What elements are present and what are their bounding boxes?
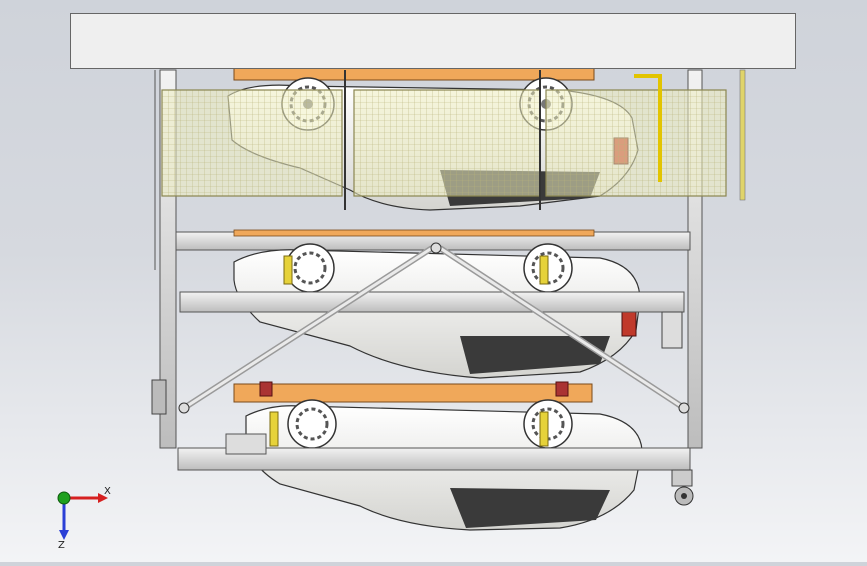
x-axis-arrow-icon [64,493,108,503]
title-box [70,13,796,69]
lower-carrier-beam [233,383,593,403]
middle-platform-beam [179,291,685,313]
caster-wheel-icon [671,469,694,506]
parking-lift-model [151,67,746,531]
safety-mesh-panels [161,70,727,210]
coordinate-triad: X Z [57,486,111,551]
cad-viewport[interactable]: X Z [0,0,867,562]
x-axis-label: X [104,486,111,497]
z-axis-label: Z [58,540,65,551]
y-axis-dot-icon [57,491,71,505]
